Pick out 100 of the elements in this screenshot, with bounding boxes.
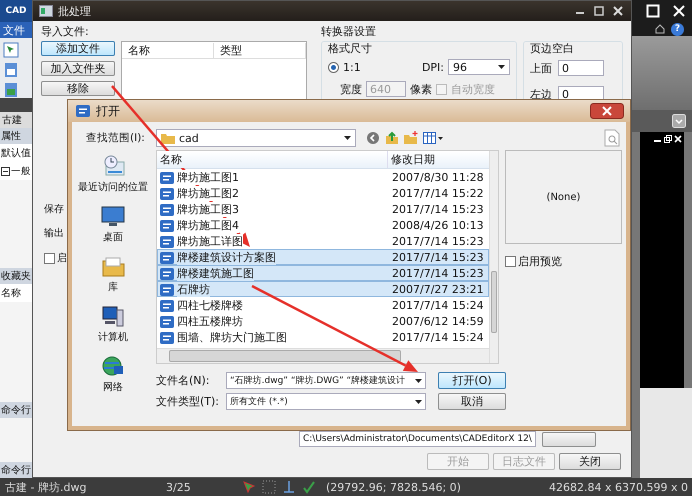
- maximize-icon[interactable]: [592, 5, 606, 17]
- look-in-dropdown[interactable]: cad: [156, 129, 356, 147]
- panel-header: 命令行: [0, 402, 32, 418]
- field-label: 保存: [44, 203, 64, 217]
- close-icon[interactable]: [674, 135, 682, 143]
- radio-button[interactable]: [328, 62, 339, 72]
- file-row[interactable]: 牌坊施工图2 2017/7/14 15:22: [157, 185, 489, 201]
- file-name-field[interactable]: “石牌坊.dwg” “牌坊.DWG” “牌楼建筑设计: [226, 372, 426, 389]
- panel-header: 属性: [0, 128, 32, 144]
- file-row[interactable]: 围墙、牌坊大门施工图 2017/7/14 15:24: [157, 329, 489, 345]
- field-label: 文件名(N):: [156, 373, 211, 388]
- radio-label: 1:1: [343, 60, 361, 74]
- file-row[interactable]: 牌坊施工图1 2007/8/30 11:28: [157, 169, 489, 185]
- column-header[interactable]: 名称: [157, 151, 388, 168]
- file-row[interactable]: 牌坊施工详图 2017/7/14 15:23: [157, 233, 489, 249]
- computer-icon: [100, 304, 126, 328]
- file-icon: [160, 252, 174, 264]
- file-icon: [160, 172, 174, 184]
- dpi-dropdown[interactable]: 96: [448, 59, 510, 75]
- places-item[interactable]: 网络: [100, 354, 126, 394]
- dialog-button[interactable]: 移除: [41, 81, 115, 96]
- collapse-toggle[interactable]: [1, 166, 10, 176]
- file-row[interactable]: 石牌坊 2007/7/27 23:21: [157, 281, 489, 297]
- home-icon[interactable]: [655, 24, 665, 34]
- file-icon: [160, 300, 174, 312]
- network-icon: [100, 354, 126, 378]
- snap-icon[interactable]: [242, 480, 256, 494]
- panel-tab[interactable]: 古建: [0, 112, 32, 128]
- file-row[interactable]: 牌楼建筑设计方案图 2017/7/14 15:23: [157, 249, 489, 265]
- image-file-icon[interactable]: [3, 82, 19, 98]
- menu-tab[interactable]: 文件: [0, 22, 32, 38]
- field-label: 左边: [530, 86, 552, 102]
- field-label: DPI:: [422, 60, 444, 74]
- dialog-button[interactable]: 关闭: [559, 453, 621, 470]
- preview-toggle-icon[interactable]: [604, 129, 620, 147]
- view-menu-icon[interactable]: [423, 131, 443, 145]
- dropdown-caret-icon[interactable]: [415, 378, 422, 382]
- window-title: 批处理: [58, 4, 91, 18]
- polar-icon[interactable]: [302, 480, 316, 494]
- file-row[interactable]: 牌坊施工图4 2008/4/26 10:13: [157, 217, 489, 233]
- open-button[interactable]: 打开(O): [438, 372, 506, 389]
- back-icon[interactable]: [366, 131, 380, 145]
- places-item[interactable]: 计算机: [98, 304, 128, 344]
- file-row[interactable]: 四柱七楼牌楼 2017/7/14 15:24: [157, 297, 489, 313]
- file-icon: [160, 220, 174, 232]
- file-icon: [160, 268, 174, 280]
- ortho-icon[interactable]: [282, 480, 296, 494]
- select-tool-icon[interactable]: [3, 42, 19, 58]
- column-header: 名称: [0, 284, 32, 302]
- field-label: 上面: [530, 60, 552, 76]
- places-item[interactable]: 桌面: [100, 204, 126, 244]
- dropdown-caret-icon[interactable]: [344, 136, 351, 140]
- field-label: 宽度: [340, 82, 362, 96]
- file-icon: [76, 105, 90, 117]
- checkbox[interactable]: [505, 256, 516, 267]
- close-icon[interactable]: [672, 4, 686, 18]
- coordinates: (29792.96; 7828.546; 0): [326, 480, 461, 494]
- window-icon: [39, 5, 53, 17]
- restore-icon[interactable]: [664, 135, 672, 143]
- preview-pane: (None): [505, 150, 622, 244]
- checkbox-label: 自动宽度: [451, 82, 495, 96]
- file-icon: [160, 284, 174, 296]
- section-label: 导入文件:: [41, 25, 90, 39]
- file-icon: [160, 316, 174, 328]
- dialog-button[interactable]: 添加文件: [41, 41, 115, 56]
- column-header: 名称: [122, 42, 214, 58]
- new-folder-icon[interactable]: [404, 131, 418, 145]
- places-item[interactable]: 最近访问的位置: [78, 154, 148, 194]
- dropdown-caret-icon[interactable]: [498, 65, 505, 69]
- help-button[interactable]: ?: [671, 22, 684, 36]
- unit-label: 像素: [410, 82, 432, 96]
- path-field[interactable]: C:\Users\Administrator\Documents\CADEditorX 12\: [299, 431, 536, 447]
- dropdown-button-icon[interactable]: [672, 114, 686, 128]
- places-item[interactable]: 库: [100, 254, 126, 294]
- up-folder-icon[interactable]: [385, 131, 399, 145]
- file-icon: [160, 204, 174, 216]
- panel-header: 命令行: [0, 462, 32, 478]
- margin-field[interactable]: 0: [558, 60, 604, 76]
- file-row[interactable]: 四柱五楼牌坊 2007/6/12 14:59: [157, 313, 489, 329]
- dropdown-caret-icon[interactable]: [415, 400, 422, 404]
- maximize-icon[interactable]: [646, 4, 660, 18]
- image-file-icon[interactable]: [3, 62, 19, 78]
- checkbox-label: 启用预览: [518, 254, 562, 269]
- file-row[interactable]: 牌坊施工图3 2017/7/14 15:23: [157, 201, 489, 217]
- window-title: 打开: [96, 102, 120, 120]
- section-label: 转换器设置: [321, 25, 377, 39]
- field-label: 查找范围(I):: [85, 131, 146, 145]
- file-type-dropdown[interactable]: 所有文件 (*.*): [226, 393, 426, 410]
- close-button-icon[interactable]: [590, 103, 624, 119]
- column-header: 类型: [214, 42, 306, 58]
- cancel-button[interactable]: 取消: [438, 393, 506, 410]
- drawing-extents: 42682.84 x 6370.599 x 0: [549, 480, 688, 494]
- file-row[interactable]: 牌楼建筑施工图 2017/7/14 15:23: [157, 265, 489, 281]
- file-name: 古建 - 牌坊.dwg: [5, 480, 88, 494]
- grid-icon[interactable]: [262, 480, 276, 494]
- property-cell: 默认值: [0, 144, 32, 162]
- checkbox[interactable]: [44, 252, 55, 264]
- dropdown-value: cad: [179, 132, 199, 144]
- close-icon[interactable]: [611, 5, 625, 17]
- dialog-button[interactable]: 加入文件夹: [41, 61, 115, 76]
